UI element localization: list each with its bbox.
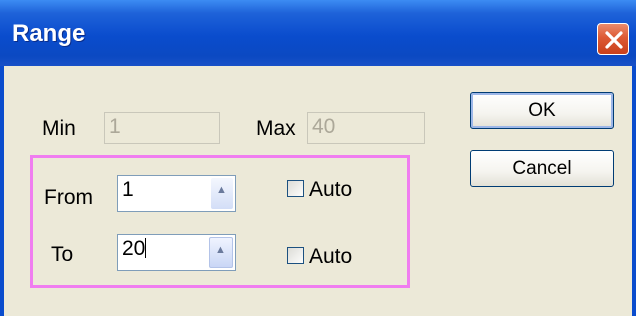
text-caret bbox=[145, 238, 147, 258]
to-spin-button[interactable]: ▲ bbox=[209, 237, 233, 268]
from-spin-button[interactable]: ▲ bbox=[211, 178, 233, 209]
from-label: From bbox=[44, 186, 93, 209]
title-bar[interactable]: Range bbox=[0, 0, 636, 66]
from-value: 1 bbox=[122, 178, 134, 201]
spin-up-icon: ▲ bbox=[216, 184, 227, 196]
max-value: 40 bbox=[312, 115, 336, 138]
from-field[interactable]: 1 ▲ bbox=[117, 175, 236, 212]
min-value: 1 bbox=[109, 115, 121, 138]
range-dialog: Range Min 1 Max 40 From 1 ▲ Auto To 20 ▲… bbox=[0, 0, 636, 316]
from-auto-checkbox[interactable] bbox=[287, 180, 304, 197]
max-label: Max bbox=[256, 117, 296, 140]
from-auto-label: Auto bbox=[309, 178, 353, 201]
to-value: 20 bbox=[122, 237, 146, 260]
window-frame-right bbox=[632, 66, 636, 316]
max-field: 40 bbox=[307, 112, 425, 144]
min-label: Min bbox=[42, 117, 76, 140]
to-auto-label: Auto bbox=[309, 245, 353, 268]
min-field: 1 bbox=[104, 112, 220, 144]
ok-button[interactable]: OK bbox=[470, 92, 614, 129]
to-label: To bbox=[51, 243, 74, 266]
window-frame-left bbox=[0, 66, 4, 316]
window-title: Range bbox=[12, 20, 86, 47]
spin-up-icon: ▲ bbox=[215, 244, 226, 256]
close-icon bbox=[605, 31, 623, 49]
close-button[interactable] bbox=[597, 23, 629, 55]
cancel-button[interactable]: Cancel bbox=[470, 150, 614, 187]
to-field[interactable]: 20 ▲ bbox=[117, 234, 236, 271]
to-auto-checkbox[interactable] bbox=[287, 247, 304, 264]
